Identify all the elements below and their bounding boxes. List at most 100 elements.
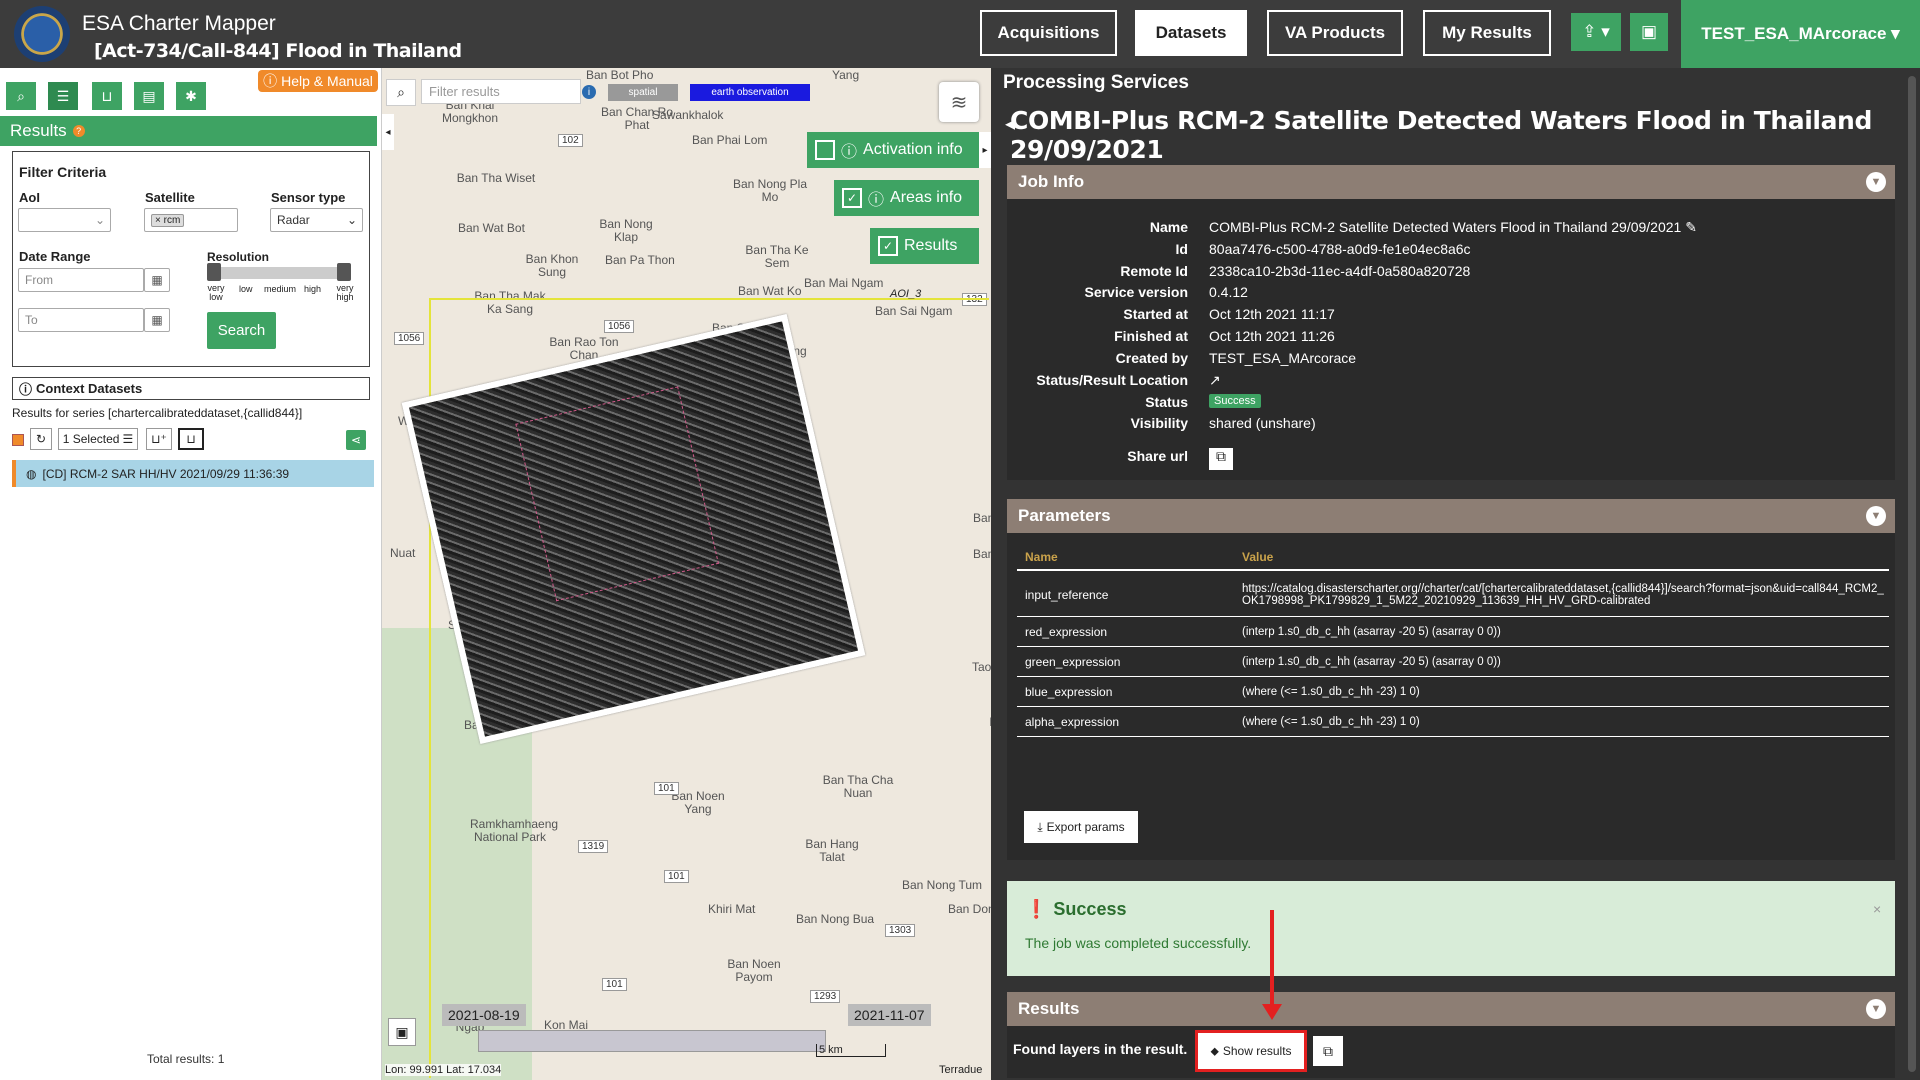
checkbox[interactable]	[815, 140, 835, 160]
param-row: red_expression (interp 1.s0_db_c_hh (asar…	[1017, 617, 1889, 647]
result-item[interactable]: ◍ [CD] RCM-2 SAR HH/HV 2021/09/29 11:36:3…	[12, 460, 374, 487]
share-icon[interactable]: ⋖	[346, 430, 366, 450]
download-icon: ⤓	[1037, 819, 1043, 834]
map-place-label: Ban Sai Ngam	[875, 304, 953, 318]
date-range-label: Date Range	[19, 249, 91, 264]
job-info-key: Status	[1145, 394, 1188, 410]
areas-info-button[interactable]: ✓ ⓘ Areas info	[834, 180, 979, 216]
timeline-end-date: 2021-11-07	[848, 1004, 931, 1026]
results-card: Results ▼ Found layers in the result.	[1007, 992, 1895, 1078]
archive-icon[interactable]: ▤	[134, 82, 164, 110]
checkbox[interactable]: ✓	[878, 236, 898, 256]
map-view[interactable]: Ban Bot Pho Yang Ban Khai Mongkhon Ban Chan…	[382, 68, 991, 1080]
slider-handle-min[interactable]	[207, 263, 221, 281]
map-place-label: Ban Wat Ko	[738, 284, 802, 298]
close-icon[interactable]: ×	[1873, 901, 1881, 917]
job-info-value: 80aa7476-c500-4788-a0d9-fe1e04ec8a6c	[1209, 241, 1471, 257]
parameters-header[interactable]: Parameters ▼	[1007, 499, 1895, 533]
map-place-label: Ban Nong Pla Mo	[732, 177, 808, 204]
basket-remove-icon[interactable]: ⊔	[178, 428, 204, 450]
menu-icon: ☰	[122, 432, 134, 446]
job-info-value[interactable]: ↗	[1209, 372, 1221, 389]
success-title: ❗ Success	[1025, 899, 1127, 919]
satellite-input[interactable]: × rcm	[144, 208, 238, 232]
collapse-left-icon[interactable]: ◂	[382, 114, 394, 150]
chevron-down-icon[interactable]: ▼	[1866, 172, 1886, 192]
results-header[interactable]: Results ▼	[1007, 992, 1895, 1026]
briefcase-icon[interactable]: ▣	[1630, 13, 1668, 51]
list-icon[interactable]: ☰	[48, 82, 78, 110]
activation-info-button[interactable]: ⓘ Activation info	[807, 132, 979, 168]
search-icon[interactable]: ⌕	[6, 82, 36, 110]
checkbox[interactable]: ✓	[842, 188, 862, 208]
export-params-button[interactable]: ⤓ Export params	[1024, 811, 1138, 843]
tag-spatial[interactable]: spatial	[608, 84, 678, 101]
basket-icon[interactable]: ⊔	[92, 82, 122, 110]
date-to-input[interactable]: To	[18, 308, 144, 332]
map-place-label: Ban Nong Sao Tia	[972, 547, 991, 561]
resolution-slider[interactable]	[209, 267, 345, 279]
refresh-icon[interactable]: ↻	[30, 428, 52, 450]
map-place-label: Yang	[832, 68, 860, 82]
selected-dropdown[interactable]: 1 Selected ☰	[58, 428, 138, 450]
param-value: (where (<= 1.s0_db_c_hh -23) 1 0)	[1242, 685, 1420, 698]
timeline-toggle-icon[interactable]: ▣	[388, 1018, 416, 1046]
add-to-basket-icon[interactable]: ⊔⁺	[146, 428, 172, 450]
context-datasets-toggle[interactable]: ⓘ Context Datasets	[12, 377, 370, 400]
map-place-label: Ban Phai Lom	[692, 133, 768, 147]
job-info-value[interactable]: ⧉	[1209, 448, 1233, 470]
search-button[interactable]: Search	[207, 312, 276, 349]
chevron-down-icon[interactable]: ▼	[1866, 506, 1886, 526]
sar-image-overlay[interactable]	[401, 314, 866, 744]
collapse-right-icon[interactable]: ▸	[979, 132, 991, 168]
chevron-down-icon[interactable]: ▼	[1866, 999, 1886, 1019]
show-results-button[interactable]: ⬥ Show results	[1195, 1030, 1307, 1072]
map-place-label: Ban Khon Sung	[525, 252, 579, 279]
tag-earth-observation[interactable]: earth observation	[690, 84, 810, 101]
nav-va-products[interactable]: VA Products	[1267, 10, 1403, 56]
job-info-header[interactable]: Job Info ▼	[1007, 165, 1895, 199]
map-place-label: Sawankhalok	[652, 108, 724, 122]
job-info-value[interactable]: shared (unshare)	[1209, 415, 1316, 431]
road-number-label: 1293	[810, 990, 841, 1003]
nav-acquisitions[interactable]: Acquisitions	[980, 10, 1117, 56]
date-from-input[interactable]: From	[18, 268, 144, 292]
road-number-label: 102	[558, 134, 583, 147]
help-icon[interactable]: ?	[72, 125, 85, 137]
filter-results-input[interactable]: Filter results	[421, 79, 581, 104]
map-place-label: Ban Noen Payom	[727, 957, 781, 984]
search-icon[interactable]: ⌕	[386, 79, 416, 106]
job-info-key: Status/Result Location	[1036, 372, 1188, 388]
job-info-key: Started at	[1123, 306, 1188, 322]
user-menu[interactable]: TEST_ESA_MArcorace ▾	[1681, 0, 1920, 68]
nav-my-results[interactable]: My Results	[1423, 10, 1551, 56]
help-manual-button[interactable]: ⓘ Help & Manual	[258, 70, 378, 92]
copy-icon[interactable]: ⧉	[1313, 1036, 1343, 1066]
layers-icon[interactable]: ≋	[939, 82, 979, 122]
results-layer-button[interactable]: ✓ Results	[870, 228, 979, 264]
job-info-key: Share url	[1127, 448, 1188, 464]
map-place-label: Ban Dong	[948, 902, 991, 916]
slider-handle-max[interactable]	[337, 263, 351, 281]
gear-icon[interactable]: ✱	[176, 82, 206, 110]
calendar-icon[interactable]: ▦	[144, 308, 170, 332]
map-place-label: Ban Hang Talat	[805, 837, 859, 864]
param-name: blue_expression	[1025, 684, 1113, 699]
select-all-checkbox[interactable]	[12, 434, 24, 446]
processing-services-title: Processing Services	[1003, 72, 1189, 93]
activation-title: [Act-734/Call-844] Flood in Thailand	[94, 40, 462, 62]
sensor-select[interactable]: Radar ⌄	[270, 208, 363, 232]
aoi-label: AOI_3	[890, 288, 922, 300]
total-results: Total results: 1	[147, 1052, 225, 1066]
satellite-tag[interactable]: × rcm	[151, 213, 185, 227]
scrollbar[interactable]	[1908, 76, 1916, 1072]
upload-icon[interactable]: ⇪ ▾	[1571, 13, 1621, 51]
calendar-icon[interactable]: ▦	[144, 268, 170, 292]
road-number-label: 101	[602, 978, 627, 991]
timeline-range-bar[interactable]	[478, 1030, 826, 1052]
aoi-select[interactable]: ⌄	[18, 208, 111, 232]
info-icon[interactable]: i	[582, 85, 596, 99]
map-place-label: Ramkhamhaeng National Park	[470, 817, 559, 844]
nav-datasets[interactable]: Datasets	[1135, 10, 1247, 56]
road-number-label: 1303	[885, 924, 916, 937]
